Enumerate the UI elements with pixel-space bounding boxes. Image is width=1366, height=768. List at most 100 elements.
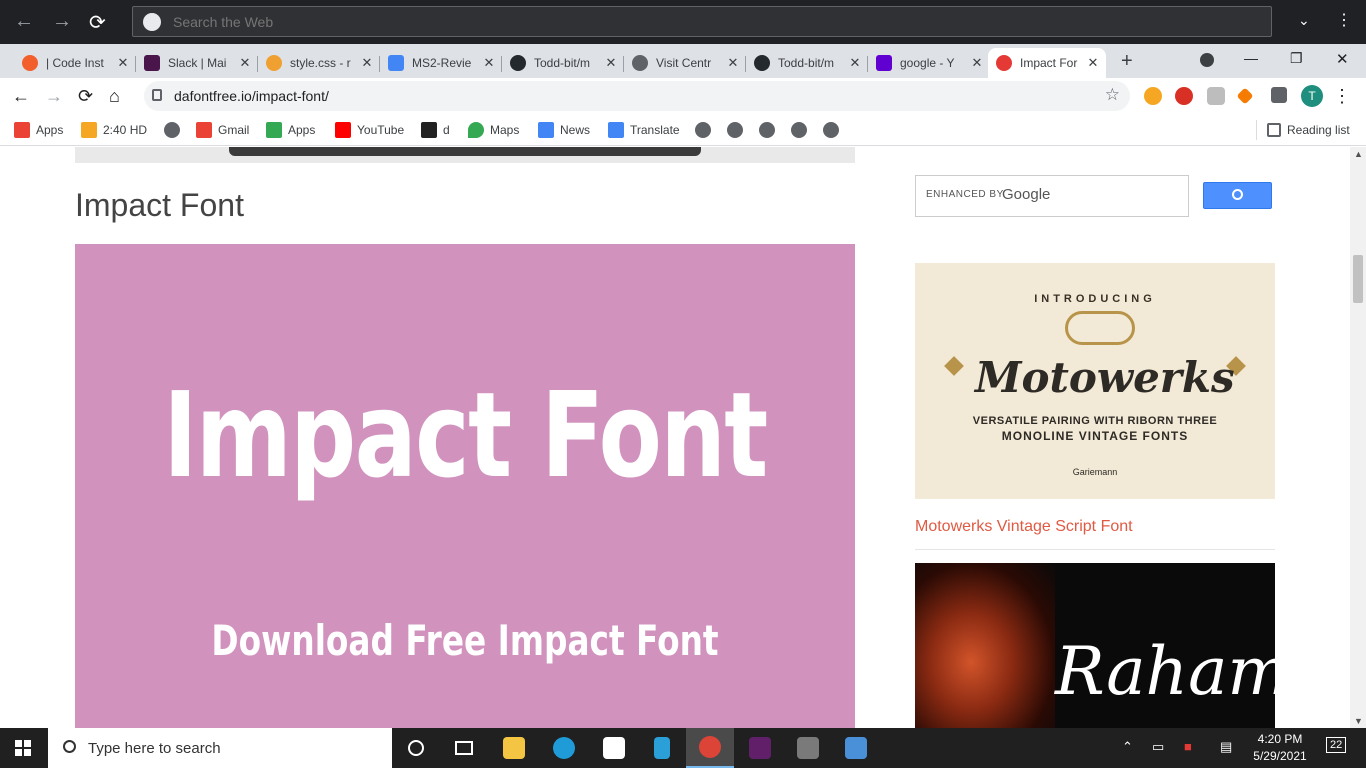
bookmark-amazon[interactable]: d [421, 120, 450, 140]
profile-avatar[interactable]: T [1301, 85, 1323, 107]
cortana-icon[interactable] [392, 728, 440, 768]
bookmark-globe-3[interactable] [727, 120, 749, 140]
tab-label: Todd-bit/m [778, 56, 835, 70]
tab-label: Visit Centr [656, 56, 712, 70]
page-scrollbar[interactable]: ▲ ▼ [1350, 147, 1366, 728]
action-center-icon[interactable]: 22 [1326, 737, 1347, 753]
close-window-button[interactable]: ✕ [1336, 50, 1349, 68]
close-icon[interactable]: ✕ [480, 55, 498, 71]
divider [915, 549, 1275, 550]
close-icon[interactable]: ✕ [1084, 55, 1102, 71]
close-icon[interactable]: ✕ [602, 55, 620, 71]
chrome-taskbar-icon[interactable] [686, 728, 734, 768]
extension-g-icon[interactable] [1144, 87, 1162, 105]
tab-style-css[interactable]: style.css - r ✕ [258, 48, 380, 78]
forward-arrow-icon[interactable]: → [52, 10, 72, 33]
photos-icon[interactable] [832, 728, 880, 768]
reload-icon[interactable]: ⟳ [89, 10, 106, 35]
fire-smoke-image [915, 563, 1055, 728]
notification-badge-icon[interactable]: ■ [1184, 739, 1192, 754]
search-button[interactable] [1203, 182, 1272, 209]
tab-github-2[interactable]: Todd-bit/m ✕ [746, 48, 868, 78]
chrome-menu-icon[interactable]: ⋮ [1333, 86, 1351, 107]
bookmark-apps[interactable]: Apps [14, 120, 63, 140]
web-search-bar[interactable] [132, 6, 1272, 37]
bookmark-ph[interactable]: 2:40 HD [81, 120, 147, 140]
new-tab-button[interactable]: + [1121, 50, 1133, 73]
slack-taskbar-icon[interactable] [736, 728, 784, 768]
system-clock[interactable]: 4:20 PM 5/29/2021 [1250, 731, 1310, 765]
tab-github-1[interactable]: Todd-bit/m ✕ [502, 48, 624, 78]
youtube-icon [335, 122, 351, 138]
bookmark-maps[interactable]: Maps [468, 120, 519, 140]
url-text[interactable]: dafontfree.io/impact-font/ [174, 88, 329, 104]
tab-ms2-review[interactable]: MS2-Revie ✕ [380, 48, 502, 78]
scrollbar-thumb[interactable] [1353, 255, 1363, 303]
tab-label: | Code Inst [46, 56, 104, 70]
vscode-icon[interactable] [638, 728, 686, 768]
bookmark-label: News [560, 123, 591, 137]
scroll-down-icon[interactable]: ▼ [1354, 716, 1363, 726]
windows-start-icon[interactable] [15, 740, 31, 756]
reading-list-button[interactable]: Reading list [1256, 120, 1350, 140]
tab-favicon-icon [22, 55, 38, 71]
web-search-input[interactable] [173, 7, 1253, 36]
battery-icon[interactable]: ▭ [1152, 739, 1164, 755]
file-explorer-icon[interactable] [490, 728, 538, 768]
bookmark-globe-4[interactable] [759, 120, 781, 140]
bookmark-star-icon[interactable]: ☆ [1105, 85, 1120, 105]
tab-visit-centre[interactable]: Visit Centr ✕ [624, 48, 746, 78]
bookmark-globe-1[interactable] [164, 120, 186, 140]
bookmark-globe-2[interactable] [695, 120, 717, 140]
diamond-badge-icon [944, 356, 964, 376]
edge-icon[interactable] [540, 728, 588, 768]
bookmark-apps-2[interactable]: Apps [266, 120, 315, 140]
forward-button[interactable]: → [45, 86, 63, 107]
bookmark-globe-6[interactable] [823, 120, 845, 140]
carrot-extension-icon[interactable] [1236, 87, 1254, 105]
google-custom-search-input[interactable]: ENHANCED BY Google [915, 175, 1189, 217]
tab-impact-font[interactable]: Impact For ✕ [988, 48, 1106, 78]
bookmarks-bar: Apps 2:40 HD Gmail Apps YouTube d Maps N… [0, 114, 1366, 146]
reload-button[interactable]: ⟳ [78, 86, 93, 107]
close-icon[interactable]: ✕ [114, 55, 132, 71]
taskbar-search-box[interactable]: Type here to search [48, 728, 392, 768]
chevron-down-icon[interactable]: ⌄ [1298, 12, 1310, 29]
bookmark-gmail[interactable]: Gmail [196, 120, 249, 140]
adblock-icon[interactable] [1175, 87, 1193, 105]
minimize-button[interactable]: — [1244, 50, 1258, 66]
close-icon[interactable]: ✕ [236, 55, 254, 71]
bookmark-translate[interactable]: Translate [608, 120, 680, 140]
motowerks-link[interactable]: Motowerks Vintage Script Font [915, 518, 1133, 536]
bookmark-globe-5[interactable] [791, 120, 813, 140]
puzzle-extensions-icon[interactable] [1271, 87, 1287, 103]
browser-toolbar: ← → ⟳ ⌂ dafontfree.io/impact-font/ ☆ T ⋮ [0, 78, 1366, 114]
close-icon[interactable]: ✕ [968, 55, 986, 71]
restore-button[interactable]: ❐ [1290, 50, 1303, 67]
close-icon[interactable]: ✕ [724, 55, 742, 71]
more-menu-icon[interactable]: ⋮ [1336, 10, 1352, 30]
chevron-up-icon[interactable]: ⌃ [1122, 739, 1133, 755]
back-button[interactable]: ← [12, 86, 30, 107]
task-view-icon[interactable] [440, 728, 488, 768]
bookmark-news[interactable]: News [538, 120, 590, 140]
tab-yahoo-google[interactable]: google - Y ✕ [868, 48, 990, 78]
close-icon[interactable]: ✕ [358, 55, 376, 71]
lock-icon[interactable] [152, 89, 162, 101]
motowerks-ad-image[interactable]: INTRODUCING Motowerks VERSATILE PAIRING … [915, 263, 1275, 499]
rahamitta-ad-image[interactable]: Rahamitta [915, 563, 1275, 728]
tab-search-icon[interactable] [1200, 53, 1214, 67]
bookmark-youtube[interactable]: YouTube [335, 120, 404, 140]
tab-slack[interactable]: Slack | Mai ✕ [136, 48, 258, 78]
back-arrow-icon[interactable]: ← [14, 10, 34, 33]
scroll-up-icon[interactable]: ▲ [1354, 149, 1363, 159]
extension-icon[interactable] [1207, 87, 1225, 105]
address-bar[interactable]: dafontfree.io/impact-font/ ☆ [144, 81, 1130, 111]
amazon-app-icon[interactable] [590, 728, 638, 768]
tab-code-institute[interactable]: | Code Inst ✕ [14, 48, 136, 78]
home-icon[interactable]: ⌂ [109, 86, 120, 107]
camera-icon[interactable] [784, 728, 832, 768]
keyboard-icon[interactable]: ▤ [1220, 739, 1232, 755]
close-icon[interactable]: ✕ [846, 55, 864, 71]
font-preview-banner[interactable]: Impact Font Download Free Impact Font [75, 244, 855, 728]
